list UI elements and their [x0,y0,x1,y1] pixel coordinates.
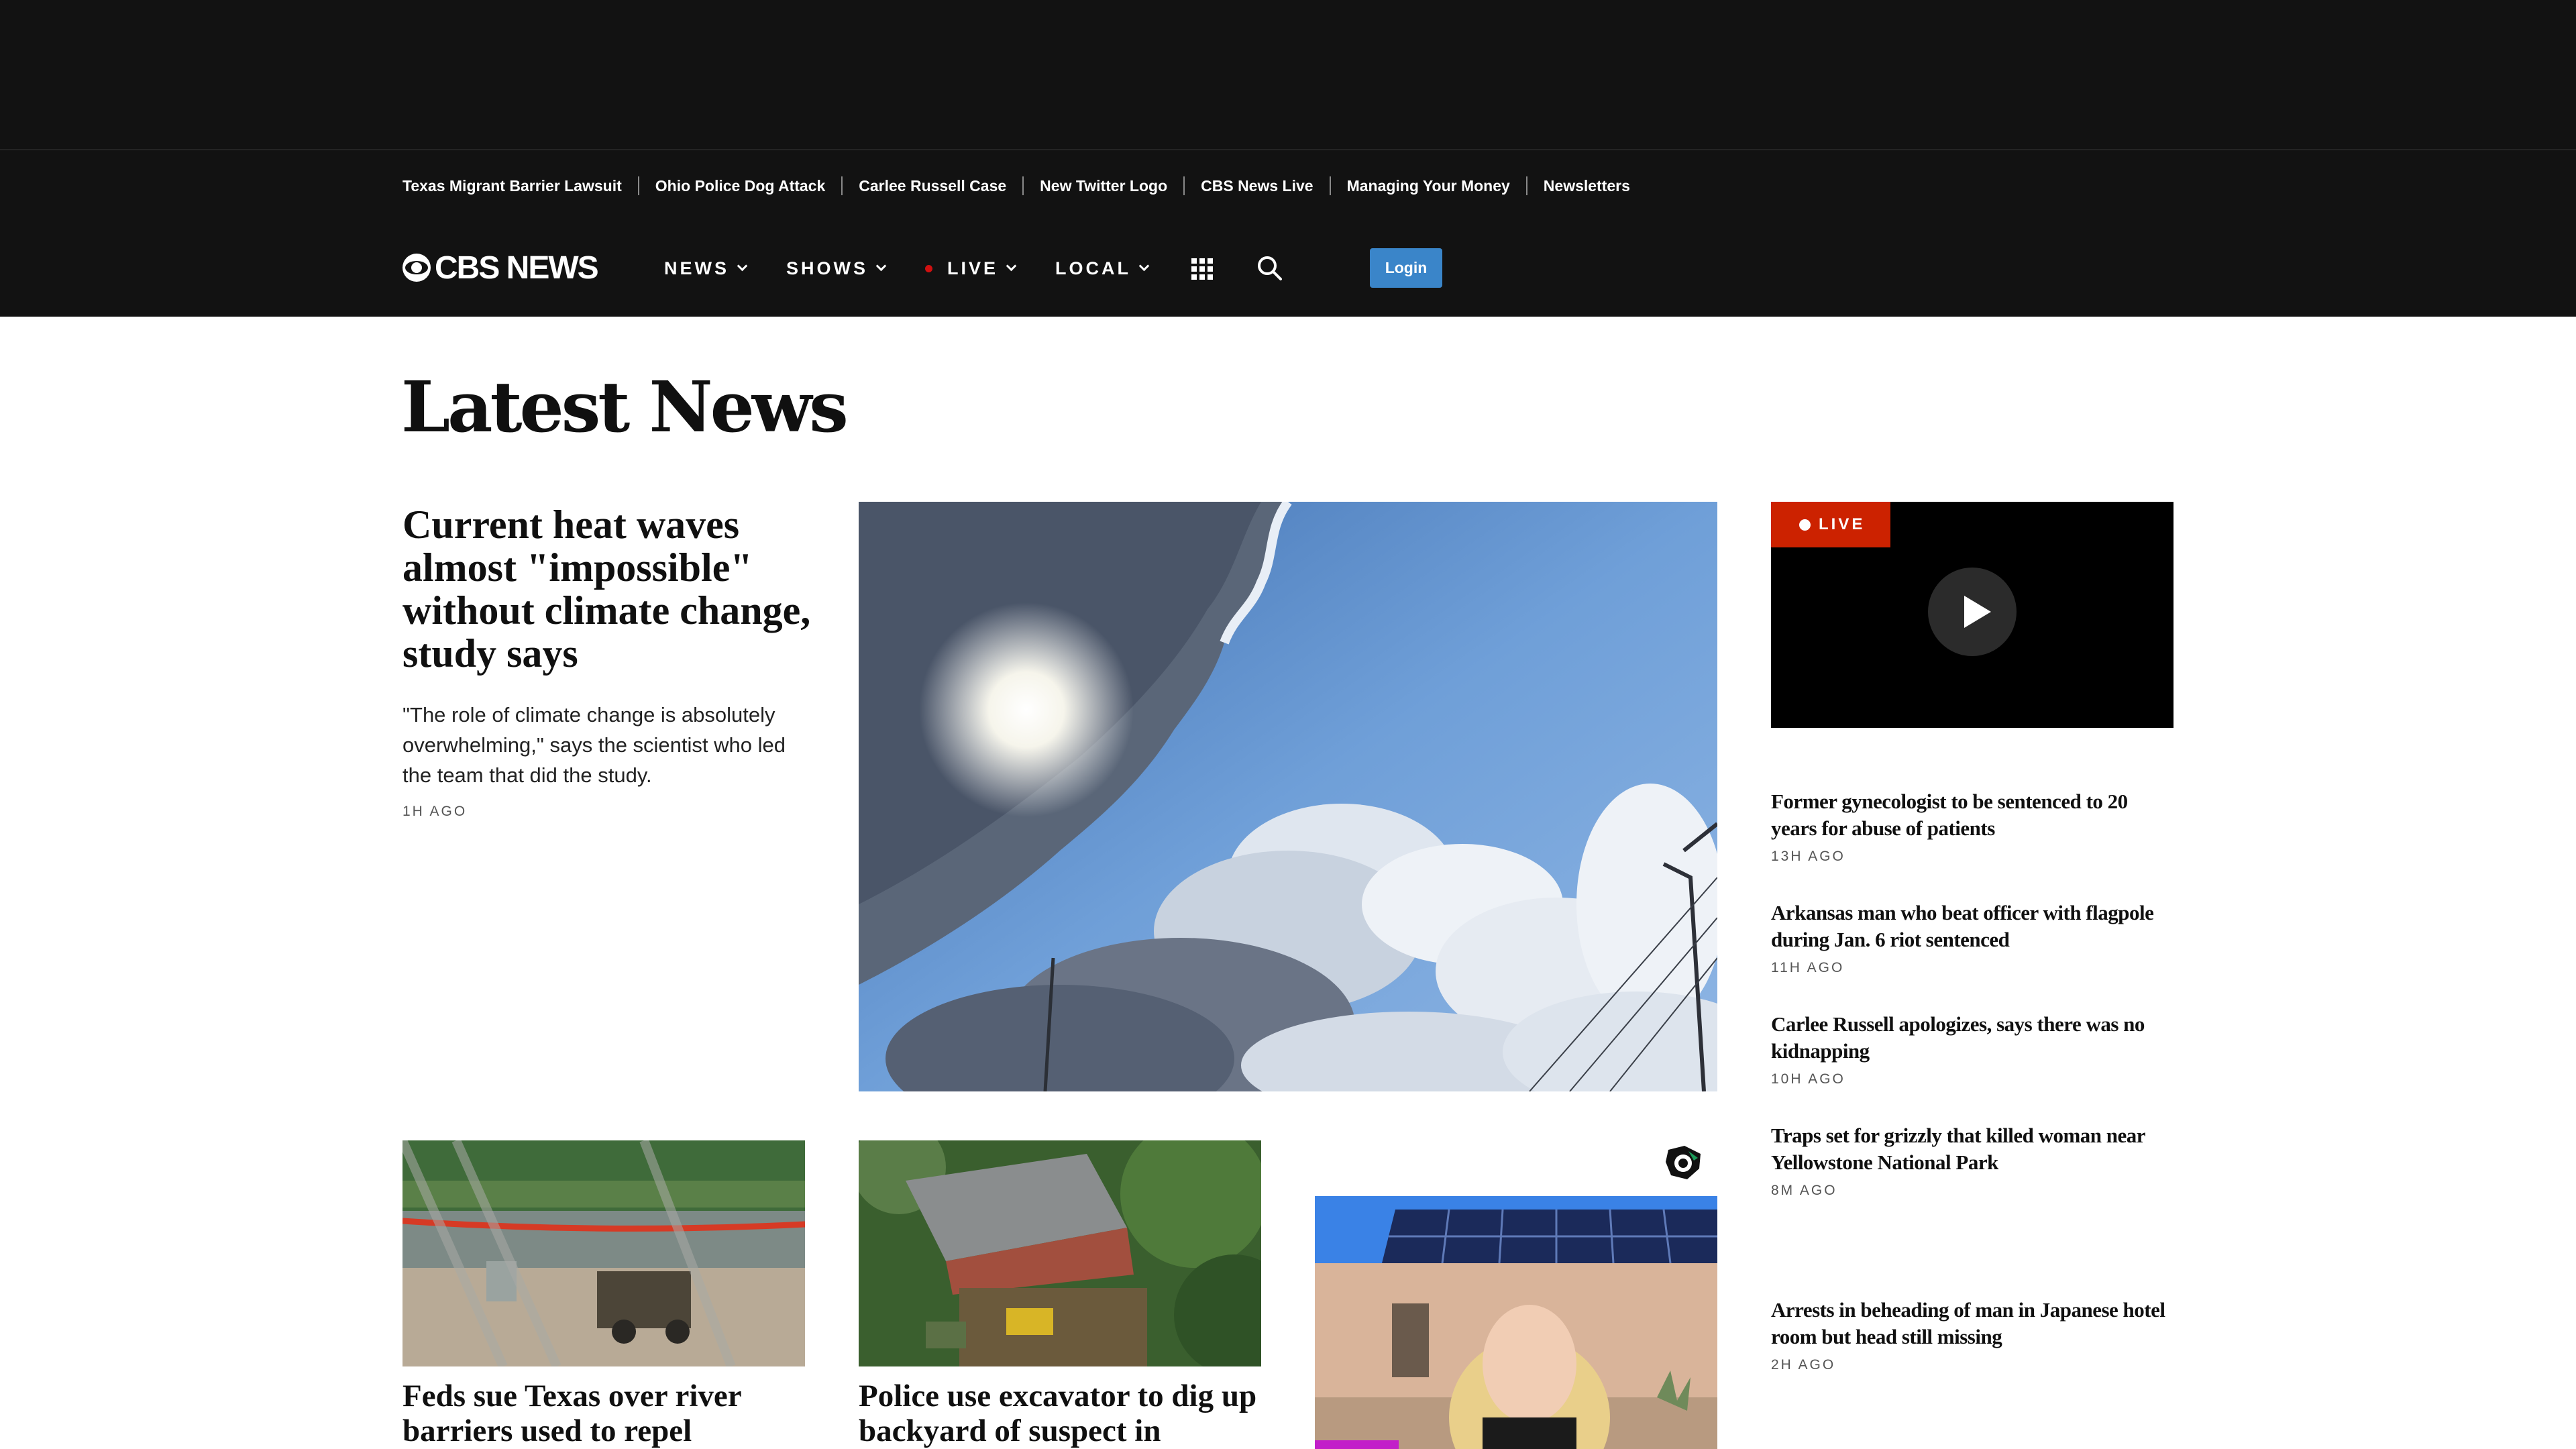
story-card[interactable]: Police use excavator to dig up backyard … [859,1140,1261,1448]
lead-story-headline[interactable]: Current heat waves almost "impossible" w… [402,503,812,675]
list-item-timestamp: 13H AGO [1771,849,1845,864]
trending-link[interactable]: Ohio Police Dog Attack [655,177,825,195]
live-badge: LIVE [1771,502,1890,547]
search-icon[interactable] [1256,254,1283,281]
latest-headlines-list: Former gynecologist to be sentenced to 2… [1771,788,2174,1373]
ad-image[interactable] [1315,1196,1717,1449]
nav-label: LOCAL [1055,258,1132,278]
trending-link[interactable]: Carlee Russell Case [859,177,1006,195]
list-item-timestamp: 8M AGO [1771,1183,1837,1198]
list-item[interactable]: Traps set for grizzly that killed woman … [1771,1122,2174,1199]
divider [841,176,843,195]
trending-topics-bar: Texas Migrant Barrier Lawsuit Ohio Polic… [402,176,1630,195]
lead-story-summary: "The role of climate change is absolutel… [402,703,786,787]
divider [1329,176,1331,195]
lead-story-timestamp: 1H AGO [402,804,468,819]
list-item-headline[interactable]: Arkansas man who beat officer with flagp… [1771,900,2174,953]
story-card-image[interactable] [859,1140,1261,1366]
nav-local[interactable]: LOCAL [1055,258,1150,279]
trending-link[interactable]: Newsletters [1544,177,1630,195]
lead-story-image[interactable] [859,502,1717,1091]
list-item[interactable]: Arrests in beheading of man in Japanese … [1771,1297,2174,1373]
live-dot-icon [1799,519,1811,531]
list-item[interactable]: Carlee Russell apologizes, says there wa… [1771,1011,2174,1087]
live-badge-label: LIVE [1819,515,1866,533]
divider [637,176,639,195]
ad-choices-icon[interactable] [1662,1143,1705,1182]
divider [1525,176,1527,195]
sponsored-ad[interactable] [1315,1140,1717,1449]
trending-link[interactable]: Managing Your Money [1347,177,1510,195]
ad-accent-bar [1315,1440,1399,1449]
list-item[interactable]: Arkansas man who beat officer with flagp… [1771,900,2174,976]
trending-link[interactable]: Texas Migrant Barrier Lawsuit [402,177,622,195]
trending-link[interactable]: New Twitter Logo [1040,177,1167,195]
cbs-eye-logo-icon [402,254,431,282]
nav-label: NEWS [664,258,729,278]
live-video-player[interactable]: LIVE [1771,502,2174,728]
login-button[interactable]: Login [1370,248,1442,288]
chevron-down-icon [1138,260,1150,272]
list-item-headline[interactable]: Traps set for grizzly that killed woman … [1771,1122,2174,1176]
story-card-image[interactable] [402,1140,805,1366]
list-item-headline[interactable]: Former gynecologist to be sentenced to 2… [1771,788,2174,842]
top-ad-banner [0,0,2576,149]
nav-live[interactable]: LIVE [925,258,1017,279]
chevron-down-icon [737,260,748,272]
list-item[interactable]: Former gynecologist to be sentenced to 2… [1771,788,2174,865]
nav-label: LIVE [947,258,999,278]
nav-shows[interactable]: SHOWS [786,258,887,279]
list-item-timestamp: 2H AGO [1771,1357,1836,1373]
chevron-down-icon [1006,260,1017,272]
page-title: Latest News [401,366,849,448]
play-icon[interactable] [1928,568,2017,656]
logo-text: CBS NEWS [435,250,599,286]
divider [1022,176,1024,195]
story-card[interactable]: Feds sue Texas over river barriers used … [402,1140,805,1448]
story-card-headline[interactable]: Police use excavator to dig up backyard … [859,1379,1261,1448]
chevron-down-icon [875,260,887,272]
live-dot-icon [925,264,933,272]
site-header [0,150,2576,317]
divider [1183,176,1185,195]
apps-grid-icon[interactable] [1191,258,1213,280]
list-item-timestamp: 11H AGO [1771,960,1845,975]
list-item-headline[interactable]: Arrests in beheading of man in Japanese … [1771,1297,2174,1350]
list-item-headline[interactable]: Carlee Russell apologizes, says there wa… [1771,1011,2174,1065]
list-item-timestamp: 10H AGO [1771,1071,1845,1087]
main-navigation: NEWS SHOWS LIVE LOCAL [664,255,1150,282]
trending-link[interactable]: CBS News Live [1201,177,1313,195]
cbs-news-logo[interactable]: CBS NEWS [402,250,599,286]
nav-news[interactable]: NEWS [664,258,748,279]
nav-label: SHOWS [786,258,869,278]
story-card-headline[interactable]: Feds sue Texas over river barriers used … [402,1379,805,1448]
